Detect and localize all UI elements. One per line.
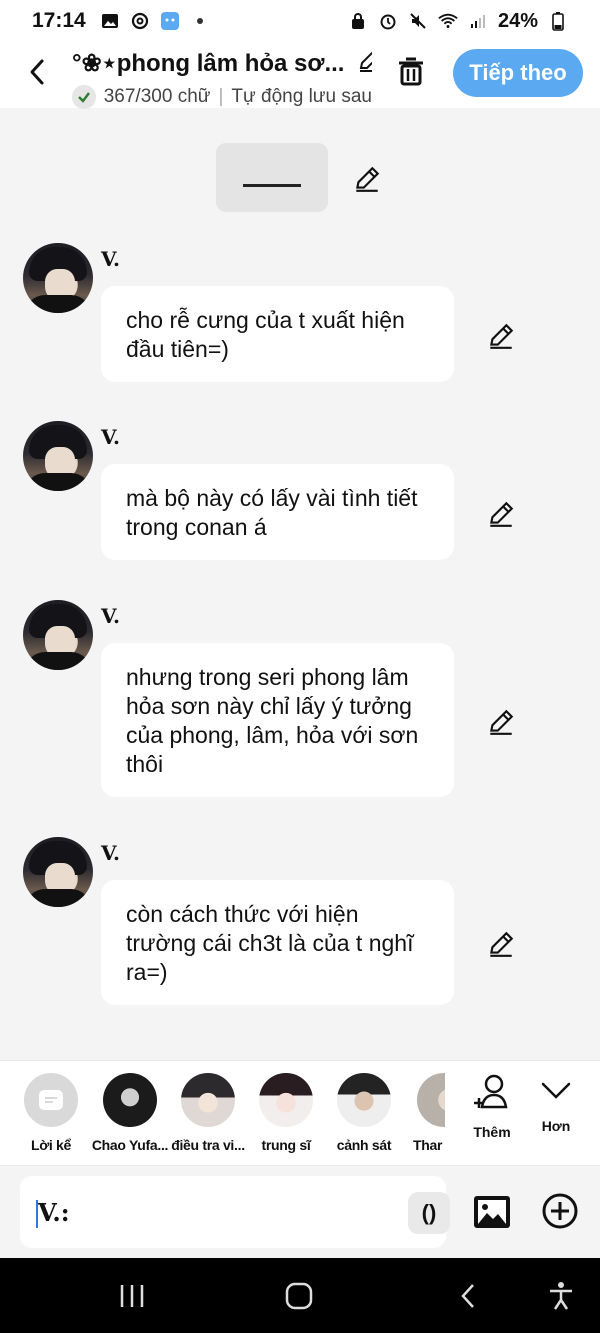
character-avatar: [103, 1073, 157, 1127]
character-avatar: [337, 1073, 391, 1127]
more-button[interactable]: Hơn: [526, 1073, 586, 1134]
mute-icon: [408, 11, 428, 31]
edit-message-icon[interactable]: [486, 499, 516, 534]
parentheses-button[interactable]: (): [408, 1192, 450, 1234]
suggestion-label: điều tra vi...: [171, 1137, 245, 1153]
avatar[interactable]: [23, 421, 93, 491]
sender-name: V.: [101, 604, 120, 628]
dot-icon: [190, 11, 210, 31]
story-title-text: °❀⋆phong lâm hỏa sơ...: [72, 50, 345, 77]
suggestion-character[interactable]: cảnh sát: [325, 1073, 403, 1153]
edit-title-icon[interactable]: [356, 46, 372, 81]
edit-chapter-title-icon[interactable]: [352, 164, 382, 199]
trash-icon: [399, 57, 423, 86]
avatar[interactable]: [23, 243, 93, 313]
system-nav-bar: [0, 1258, 600, 1333]
suggestion-character[interactable]: Chao Yufa...: [91, 1073, 169, 1153]
word-count: 367/300 chữ: [103, 86, 211, 107]
accessibility-icon: [550, 1282, 572, 1310]
back-arrow-icon: [461, 1284, 474, 1308]
avatar[interactable]: [23, 600, 93, 670]
app-header: °❀⋆phong lâm hỏa sơ... 367/300 chữ | Tự …: [0, 42, 600, 109]
edit-message-icon[interactable]: [486, 929, 516, 964]
threads-icon: [130, 11, 150, 31]
accessibility-button[interactable]: [545, 1280, 577, 1312]
back-button[interactable]: [22, 52, 52, 92]
sender-name: V.: [101, 247, 120, 271]
narration-icon: [24, 1073, 78, 1127]
insert-image-button[interactable]: [472, 1192, 512, 1232]
check-icon: [72, 85, 96, 109]
status-bar: 17:14 24%: [0, 0, 600, 42]
signal-icon: [468, 11, 488, 31]
title-placeholder-line: [243, 184, 301, 187]
suggestion-label: Thar: [413, 1137, 443, 1153]
wifi-icon: [438, 11, 458, 31]
add-button[interactable]: [541, 1192, 581, 1232]
add-character-label: Thêm: [473, 1124, 511, 1140]
speaker-prefix: V.:: [38, 1198, 70, 1227]
back-nav-button[interactable]: [452, 1280, 484, 1312]
recent-apps-button[interactable]: [116, 1280, 148, 1312]
suggestion-narration[interactable]: Lời kể: [12, 1073, 90, 1153]
home-button[interactable]: [283, 1280, 315, 1312]
character-avatar: [417, 1073, 445, 1127]
home-icon: [285, 1282, 313, 1310]
lock-icon: [348, 11, 368, 31]
chevron-left-icon: [30, 59, 44, 85]
status-left-icons: [100, 11, 210, 31]
image-icon: [474, 1196, 510, 1228]
delete-button[interactable]: [395, 54, 431, 90]
chapter-title-block[interactable]: [216, 143, 328, 212]
plus-circle-icon: [542, 1193, 578, 1229]
sender-name: V.: [101, 425, 120, 449]
character-suggestions: Lời kể Chao Yufa... điều tra vi... trung…: [0, 1060, 600, 1166]
message-input[interactable]: V.: (): [20, 1176, 450, 1248]
status-line: 367/300 chữ | Tự động lưu sau: [72, 85, 372, 109]
suggestion-label: trung sĩ: [261, 1137, 311, 1153]
chevron-down-icon: [541, 1082, 571, 1099]
chat-area: V. cho rễ cưng của t xuất hiện đầu tiên=…: [0, 108, 600, 1060]
status-right: 24%: [348, 10, 568, 33]
title-area: °❀⋆phong lâm hỏa sơ... 367/300 chữ | Tự …: [72, 46, 372, 109]
more-label: Hơn: [541, 1118, 571, 1134]
sender-name: V.: [101, 841, 120, 865]
battery-percent: 24%: [497, 9, 538, 32]
suggestion-character[interactable]: trung sĩ: [247, 1073, 325, 1153]
autosave-text: Tự động lưu sau: [231, 86, 372, 107]
status-time: 17:14: [32, 9, 86, 32]
alarm-icon: [378, 11, 398, 31]
suggestion-label: Chao Yufa...: [91, 1137, 169, 1153]
input-bar: V.: (): [0, 1166, 600, 1258]
message-bubble[interactable]: mà bộ này có lấy vài tình tiết trong con…: [101, 464, 454, 560]
avatar[interactable]: [23, 837, 93, 907]
add-person-icon: [474, 1074, 508, 1109]
battery-icon: [548, 11, 568, 31]
message-bubble[interactable]: còn cách thức với hiện trường cái ch3t l…: [101, 880, 454, 1005]
message-bubble[interactable]: nhưng trong seri phong lâm hỏa sơn này c…: [101, 643, 454, 797]
next-button[interactable]: Tiếp theo: [453, 49, 583, 97]
suggestion-label: cảnh sát: [336, 1137, 392, 1153]
add-character-button[interactable]: Thêm: [462, 1073, 522, 1140]
edit-message-icon[interactable]: [486, 321, 516, 356]
suggestion-character[interactable]: điều tra vi...: [169, 1073, 247, 1153]
app-icon: [160, 11, 180, 31]
message-bubble[interactable]: cho rễ cưng của t xuất hiện đầu tiên=): [101, 286, 454, 382]
character-avatar: [259, 1073, 313, 1127]
divider: |: [218, 86, 224, 107]
gallery-icon: [100, 11, 120, 31]
character-avatar: [181, 1073, 235, 1127]
story-title[interactable]: °❀⋆phong lâm hỏa sơ...: [72, 46, 372, 81]
edit-message-icon[interactable]: [486, 707, 516, 742]
suggestion-label: Lời kể: [30, 1137, 72, 1153]
recent-apps-icon: [120, 1285, 144, 1307]
suggestion-character[interactable]: Thar: [403, 1073, 445, 1153]
